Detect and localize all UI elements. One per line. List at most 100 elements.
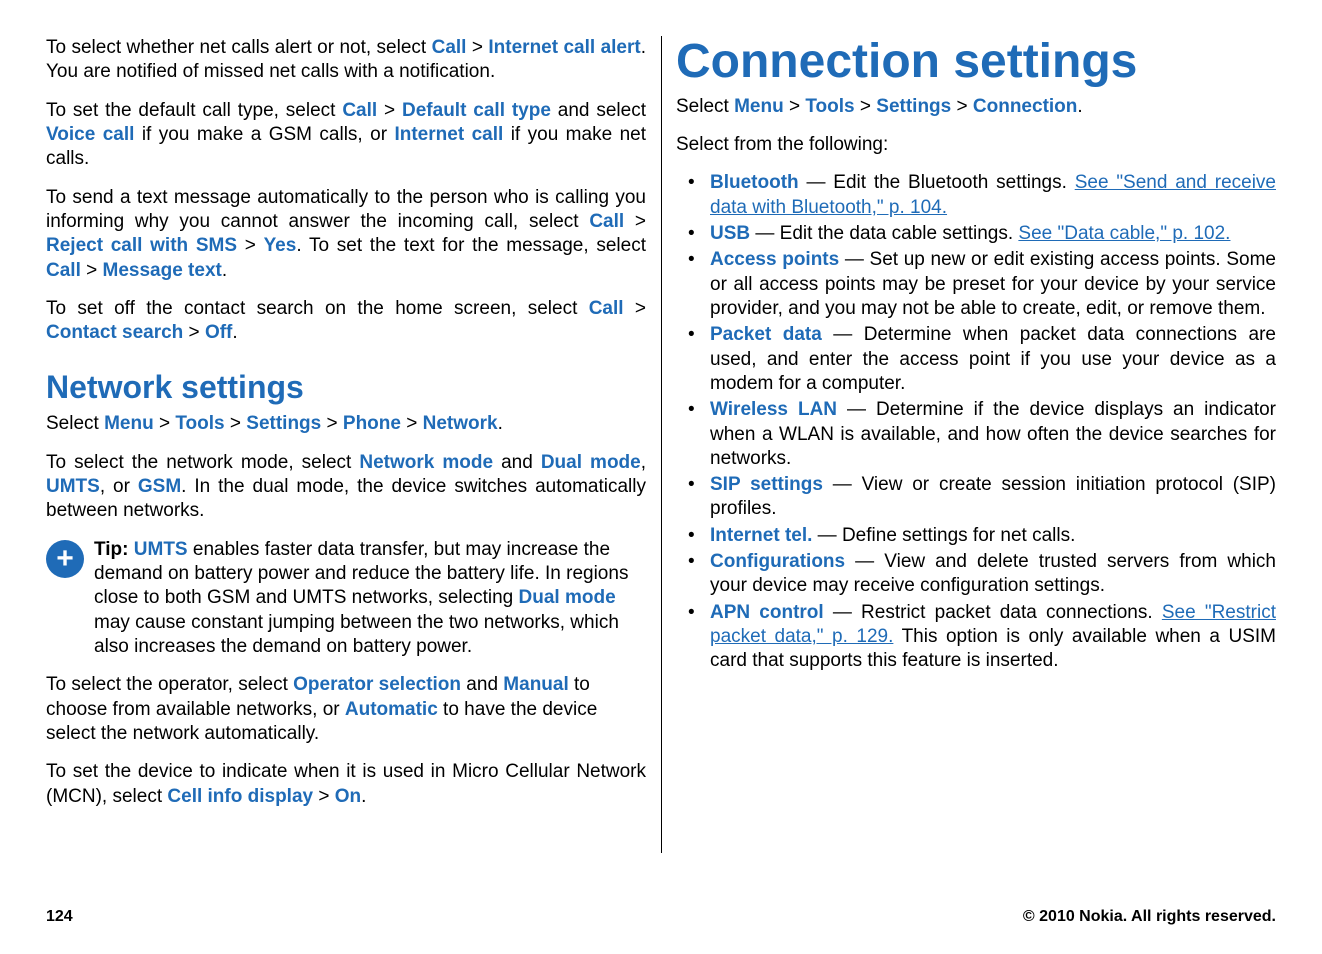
- ui-term-automatic: Automatic: [345, 699, 438, 720]
- ui-term-umts: UMTS: [134, 539, 188, 560]
- setting-name: Configurations: [710, 551, 845, 572]
- separator: >: [237, 235, 264, 256]
- separator: >: [401, 413, 423, 434]
- heading-connection-settings: Connection settings: [676, 36, 1276, 89]
- ui-term-call: Call: [589, 298, 624, 319]
- text: may cause constant jumping between the t…: [94, 612, 619, 657]
- page-number: 124: [46, 908, 73, 926]
- list-item: USB — Edit the data cable settings. See …: [676, 222, 1276, 246]
- para-reject-call-sms: To send a text message automatically to …: [46, 186, 646, 283]
- ui-term-phone: Phone: [343, 413, 401, 434]
- ui-term-connection: Connection: [973, 96, 1078, 117]
- text: and: [461, 674, 503, 695]
- ui-term-call: Call: [342, 100, 377, 121]
- ui-term-message-text: Message text: [103, 260, 222, 281]
- list-item: SIP settings — View or create session in…: [676, 473, 1276, 522]
- setting-name: SIP settings: [710, 474, 823, 495]
- ui-term-menu: Menu: [104, 413, 154, 434]
- ui-term-gsm: GSM: [138, 476, 181, 497]
- setting-name: USB: [710, 223, 750, 244]
- ui-term-voice-call: Voice call: [46, 124, 134, 145]
- connection-settings-list: Bluetooth — Edit the Bluetooth settings.…: [676, 171, 1276, 673]
- list-item: Packet data — Determine when packet data…: [676, 323, 1276, 396]
- para-operator-selection: To select the operator, select Operator …: [46, 673, 646, 746]
- ui-term-settings: Settings: [876, 96, 951, 117]
- separator: >: [951, 96, 973, 117]
- text: and select: [551, 100, 646, 121]
- ui-term-call: Call: [46, 260, 81, 281]
- text: To set off the contact search on the hom…: [46, 298, 589, 319]
- ui-term-tools: Tools: [805, 96, 854, 117]
- heading-network-settings: Network settings: [46, 369, 646, 406]
- ui-term-settings: Settings: [246, 413, 321, 434]
- text: To send a text message automatically to …: [46, 187, 646, 232]
- list-item: Bluetooth — Edit the Bluetooth settings.…: [676, 171, 1276, 220]
- text: if you make a GSM calls, or: [134, 124, 394, 145]
- page-footer: 124 © 2010 Nokia. All rights reserved.: [46, 908, 1276, 926]
- ui-term-call: Call: [432, 37, 467, 58]
- text: To select the network mode, select: [46, 452, 359, 473]
- ui-term-internet-call: Internet call: [394, 124, 503, 145]
- para-cell-info-display: To set the device to indicate when it is…: [46, 760, 646, 809]
- ui-term-yes: Yes: [264, 235, 297, 256]
- setting-name: APN control: [710, 602, 824, 623]
- page-columns: To select whether net calls alert or not…: [0, 0, 1322, 853]
- list-item: Internet tel. — Define settings for net …: [676, 524, 1276, 548]
- tip-text: Tip: UMTS enables faster data transfer, …: [94, 538, 646, 660]
- separator: >: [855, 96, 877, 117]
- para-network-path: Select Menu > Tools > Settings > Phone >…: [46, 412, 646, 436]
- separator: >: [313, 786, 335, 807]
- ui-term-network: Network: [423, 413, 498, 434]
- para-contact-search: To set off the contact search on the hom…: [46, 297, 646, 346]
- ui-term-default-call-type: Default call type: [402, 100, 551, 121]
- setting-description: — Restrict packet data connections.: [824, 602, 1162, 623]
- text: Select: [46, 413, 104, 434]
- text: .: [232, 322, 237, 343]
- ui-term-reject-call-sms: Reject call with SMS: [46, 235, 237, 256]
- ui-term-call: Call: [589, 211, 624, 232]
- separator: >: [81, 260, 103, 281]
- ui-term-operator-selection: Operator selection: [293, 674, 461, 695]
- ui-term-on: On: [335, 786, 361, 807]
- para-net-call-alert: To select whether net calls alert or not…: [46, 36, 646, 85]
- setting-name: Access points: [710, 249, 839, 270]
- setting-description: — Edit the data cable settings.: [750, 223, 1018, 244]
- ui-term-contact-search: Contact search: [46, 322, 183, 343]
- ui-term-dual-mode: Dual mode: [541, 452, 641, 473]
- setting-name: Packet data: [710, 324, 822, 345]
- setting-name: Internet tel.: [710, 525, 812, 546]
- ui-term-tools: Tools: [175, 413, 224, 434]
- separator: >: [784, 96, 806, 117]
- list-item: Configurations — View and delete trusted…: [676, 550, 1276, 599]
- cross-reference-link[interactable]: See "Data cable," p. 102.: [1018, 223, 1230, 244]
- text: and: [493, 452, 541, 473]
- ui-term-dual-mode: Dual mode: [519, 587, 616, 608]
- text: , or: [100, 476, 138, 497]
- text: Select: [676, 96, 734, 117]
- ui-term-menu: Menu: [734, 96, 784, 117]
- tip-plus-icon: +: [46, 540, 84, 578]
- text: To set the default call type, select: [46, 100, 342, 121]
- para-network-mode: To select the network mode, select Netwo…: [46, 451, 646, 524]
- separator: >: [624, 298, 646, 319]
- para-connection-path: Select Menu > Tools > Settings > Connect…: [676, 95, 1276, 119]
- text: To select whether net calls alert or not…: [46, 37, 432, 58]
- text: To select the operator, select: [46, 674, 293, 695]
- separator: >: [377, 100, 402, 121]
- separator: >: [624, 211, 646, 232]
- text: . To set the text for the message, selec…: [296, 235, 646, 256]
- list-item: APN control — Restrict packet data conne…: [676, 601, 1276, 674]
- separator: >: [183, 322, 205, 343]
- tip-box: + Tip: UMTS enables faster data transfer…: [46, 538, 646, 660]
- setting-description: — Define settings for net calls.: [812, 525, 1075, 546]
- list-item: Wireless LAN — Determine if the device d…: [676, 398, 1276, 471]
- para-default-call-type: To set the default call type, select Cal…: [46, 99, 646, 172]
- copyright: © 2010 Nokia. All rights reserved.: [1023, 908, 1276, 926]
- ui-term-off: Off: [205, 322, 232, 343]
- ui-term-umts: UMTS: [46, 476, 100, 497]
- ui-term-cell-info-display: Cell info display: [167, 786, 313, 807]
- setting-description: — Edit the Bluetooth settings.: [799, 172, 1075, 193]
- text: .: [222, 260, 227, 281]
- tip-label: Tip:: [94, 539, 128, 560]
- ui-term-internet-call-alert: Internet call alert: [488, 37, 640, 58]
